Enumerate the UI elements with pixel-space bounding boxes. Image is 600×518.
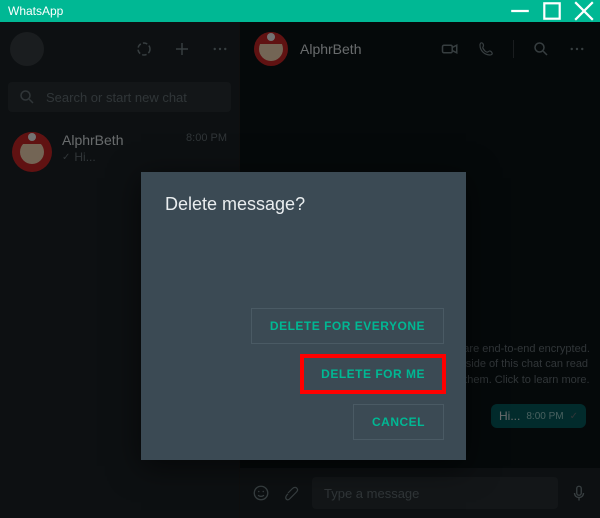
chat-time: 8:00 PM [186, 132, 227, 144]
composer: Type a message [240, 468, 600, 518]
chat-name: AlphrBeth [62, 132, 176, 148]
mic-icon[interactable] [570, 484, 588, 502]
divider [513, 40, 514, 58]
status-icon[interactable] [135, 40, 153, 58]
video-call-icon[interactable] [441, 40, 459, 58]
window-controls [504, 0, 600, 22]
conversation-menu-icon[interactable] [568, 40, 586, 58]
maximize-button[interactable] [536, 0, 568, 22]
message-time: 8:00 PM [526, 411, 563, 422]
window-title: WhatsApp [8, 4, 63, 18]
contact-avatar [12, 132, 52, 172]
message-input-placeholder: Type a message [324, 486, 419, 501]
delete-message-dialog: Delete message? DELETE FOR EVERYONE DELE… [141, 172, 466, 460]
message-input[interactable]: Type a message [312, 477, 558, 509]
attach-icon[interactable] [282, 484, 300, 502]
search-in-chat-icon[interactable] [532, 40, 550, 58]
outgoing-message[interactable]: Hi... 8:00 PM ✓ [491, 404, 586, 428]
conversation-header: AlphrBeth [240, 22, 600, 76]
message-text: Hi... [499, 409, 520, 423]
check-icon: ✓ [62, 152, 70, 163]
cancel-button[interactable]: CANCEL [353, 404, 444, 440]
minimize-button[interactable] [504, 0, 536, 22]
dialog-title: Delete message? [165, 194, 442, 215]
close-button[interactable] [568, 0, 600, 22]
sidebar-header [0, 22, 239, 76]
search-icon [18, 88, 36, 106]
search-placeholder: Search or start new chat [46, 90, 187, 105]
new-chat-icon[interactable] [173, 40, 191, 58]
delivered-check-icon: ✓ [570, 411, 578, 422]
menu-icon[interactable] [211, 40, 229, 58]
delete-for-everyone-button[interactable]: DELETE FOR EVERYONE [251, 308, 444, 344]
my-avatar[interactable] [10, 32, 44, 66]
delete-for-me-button[interactable]: DELETE FOR ME [302, 356, 444, 392]
window-titlebar: WhatsApp [0, 0, 600, 22]
search-input[interactable]: Search or start new chat [8, 82, 231, 112]
conversation-avatar[interactable] [254, 32, 288, 66]
conversation-contact-name: AlphrBeth [300, 41, 361, 57]
voice-call-icon[interactable] [477, 40, 495, 58]
chat-preview: ✓ Hi... [62, 150, 176, 164]
emoji-icon[interactable] [252, 484, 270, 502]
